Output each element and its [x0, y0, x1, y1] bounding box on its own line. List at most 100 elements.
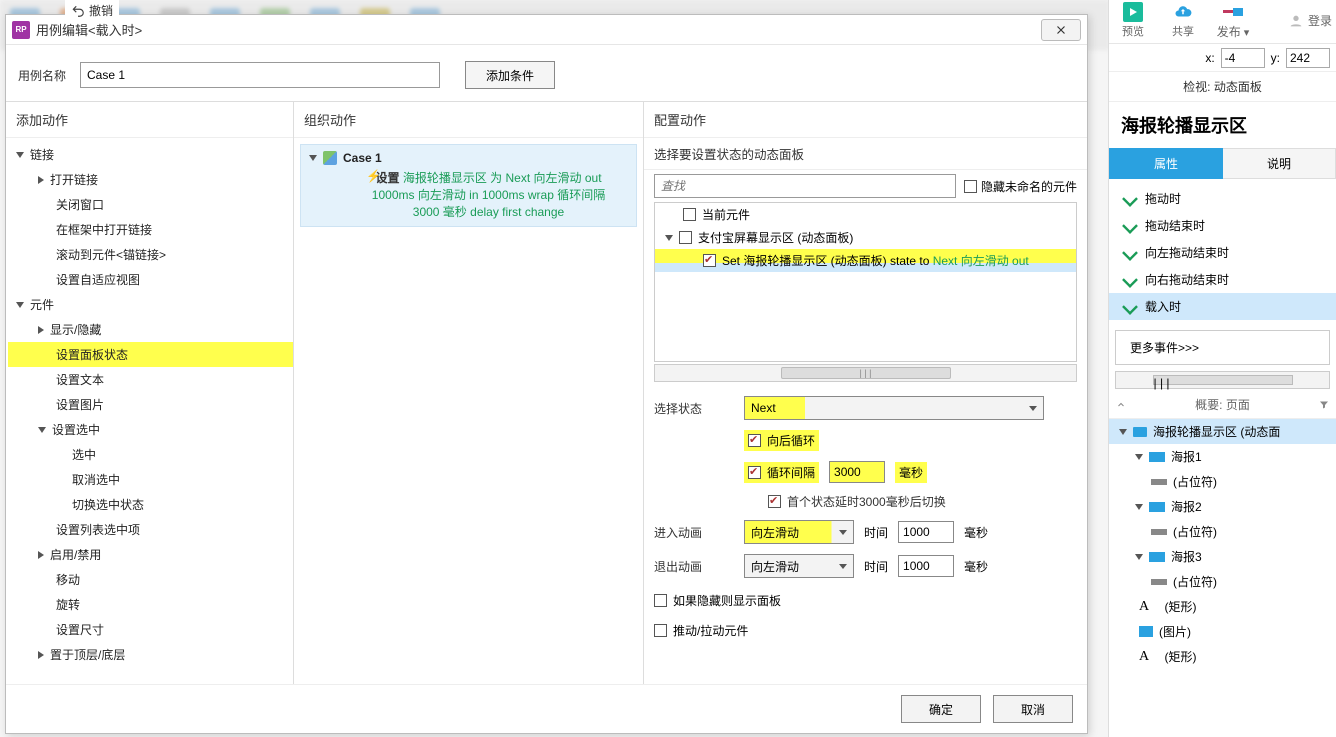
case-name-input[interactable]: [80, 62, 440, 88]
tree-item-set-text[interactable]: 设置文本: [8, 367, 293, 392]
tree-group-widget[interactable]: 元件: [8, 292, 293, 317]
configure-action-column: 配置动作 选择要设置状态的动态面板 隐藏未命名的元件 当前元件 支付宝屏幕显示区: [644, 102, 1087, 684]
case-flag-icon: [323, 151, 337, 165]
tree-item-set-size[interactable]: 设置尺寸: [8, 617, 293, 642]
chevron-down-icon: [839, 530, 847, 535]
show-if-hidden-checkbox[interactable]: 如果隐藏则显示面板: [654, 592, 781, 609]
animate-in-time-input[interactable]: [898, 521, 954, 543]
outline-placeholder1[interactable]: (占位符): [1109, 469, 1336, 494]
select-panel-label: 选择要设置状态的动态面板: [644, 138, 1087, 170]
organize-header: 组织动作: [294, 102, 643, 138]
dialog-titlebar: RP 用例编辑<载入时>: [6, 15, 1087, 45]
bolt-icon: [1122, 191, 1138, 207]
close-button[interactable]: [1041, 19, 1081, 41]
share-button[interactable]: 共享: [1163, 2, 1203, 39]
widget-title: 海报轮播显示区: [1109, 102, 1336, 148]
undo-toolbar-item[interactable]: 撤销: [65, 0, 119, 21]
animate-out-time-input[interactable]: [898, 555, 954, 577]
animate-in-label: 进入动画: [654, 524, 744, 541]
tree-item-toggle-selected[interactable]: 切换选中状态: [8, 492, 293, 517]
tree-item-show-hide[interactable]: 显示/隐藏: [8, 317, 293, 342]
hide-unnamed-checkbox[interactable]: 隐藏未命名的元件: [964, 178, 1077, 195]
case-block[interactable]: Case 1 ⚡ 设置 海报轮播显示区 为 Next 向左滑动 out 1000…: [300, 144, 637, 227]
panel-item-current[interactable]: 当前元件: [655, 203, 1076, 226]
tree-item-set-list-selected[interactable]: 设置列表选中项: [8, 517, 293, 542]
tree-item-set-image[interactable]: 设置图片: [8, 392, 293, 417]
animate-out-dropdown[interactable]: 向左滑动: [744, 554, 854, 578]
dynamic-panel-icon: [1133, 427, 1147, 437]
collapse-icon[interactable]: [1115, 399, 1127, 411]
action-line[interactable]: ⚡ 设置 海报轮播显示区 为 Next 向左滑动 out 1000ms 向左滑动…: [301, 167, 636, 222]
outline-rect1[interactable]: A (矩形): [1109, 594, 1336, 619]
x-input[interactable]: [1221, 48, 1265, 68]
tree-item-open-in-iframe[interactable]: 在框架中打开链接: [8, 217, 293, 242]
event-on-swipe-left-end[interactable]: 向左拖动结束时: [1109, 239, 1336, 266]
image-icon: [1139, 626, 1153, 637]
more-events-button[interactable]: 更多事件>>>: [1115, 330, 1330, 365]
delay-first-checkbox[interactable]: 首个状态延时3000毫秒后切换: [768, 493, 946, 510]
x-label: x:: [1205, 51, 1214, 65]
tree-group-link[interactable]: 链接: [8, 142, 293, 167]
tab-properties[interactable]: 属性: [1109, 148, 1223, 179]
tree-item-rotate[interactable]: 旋转: [8, 592, 293, 617]
wrap-checkbox[interactable]: 向后循环: [744, 430, 819, 451]
case-label: Case 1: [343, 151, 382, 165]
events-hscroll[interactable]: | | |: [1115, 371, 1330, 389]
tree-item-enable-disable[interactable]: 启用/禁用: [8, 542, 293, 567]
search-input[interactable]: [654, 174, 956, 198]
outline-placeholder2[interactable]: (占位符): [1109, 519, 1336, 544]
tree-item-open-link[interactable]: 打开链接: [8, 167, 293, 192]
login-button[interactable]: 登录: [1288, 2, 1332, 29]
animate-in-dropdown[interactable]: 向左滑动: [744, 520, 854, 544]
add-condition-button[interactable]: 添加条件: [465, 61, 555, 89]
tree-item-set-panel-state[interactable]: 设置面板状态: [8, 342, 293, 367]
panel-list-hscroll[interactable]: | | |: [654, 364, 1077, 382]
tree-item-set-selected[interactable]: 设置选中: [8, 417, 293, 442]
tree-item-unselected[interactable]: 取消选中: [8, 467, 293, 492]
tab-notes[interactable]: 说明: [1223, 148, 1336, 179]
tree-item-selected[interactable]: 选中: [8, 442, 293, 467]
select-state-dropdown[interactable]: Next: [744, 396, 1044, 420]
event-on-drag[interactable]: 拖动时: [1109, 185, 1336, 212]
case-name-label: 用例名称: [18, 67, 66, 84]
y-input[interactable]: [1286, 48, 1330, 68]
outline-poster3[interactable]: 海报3: [1109, 544, 1336, 569]
tree-item-bring-front-back[interactable]: 置于顶层/底层: [8, 642, 293, 667]
outline-image[interactable]: (图片): [1109, 619, 1336, 644]
close-icon: [1054, 23, 1068, 37]
undo-label: 撤销: [89, 2, 113, 19]
outline-poster2[interactable]: 海报2: [1109, 494, 1336, 519]
outline-root[interactable]: 海报轮播显示区 (动态面: [1109, 419, 1336, 444]
inspector-label: 检视: 动态面板: [1109, 72, 1336, 102]
chevron-down-icon: [839, 564, 847, 569]
organize-actions-column: 组织动作 Case 1 ⚡ 设置 海报轮播显示区 为 Next 向左滑动 out…: [294, 102, 644, 684]
publish-button[interactable]: 发布 ▾: [1213, 2, 1253, 40]
event-on-drag-end[interactable]: 拖动结束时: [1109, 212, 1336, 239]
event-on-swipe-right-end[interactable]: 向右拖动结束时: [1109, 266, 1336, 293]
panel-item-alipay[interactable]: 支付宝屏幕显示区 (动态面板): [655, 226, 1076, 249]
outline-rect2[interactable]: A (矩形): [1109, 644, 1336, 669]
filter-icon[interactable]: [1318, 399, 1330, 411]
panel-item-poster-rotation[interactable]: Set 海报轮播显示区 (动态面板) state to Next 向左滑动 ou…: [655, 249, 1076, 272]
loop-interval-checkbox[interactable]: 循环间隔: [744, 462, 819, 483]
configure-header: 配置动作: [644, 102, 1087, 138]
case-editor-dialog: RP 用例编辑<载入时> 用例名称 添加条件 添加动作 链接 打开链接 关闭窗口…: [5, 14, 1088, 734]
undo-icon: [71, 4, 85, 18]
outline-placeholder3[interactable]: (占位符): [1109, 569, 1336, 594]
tree-item-move[interactable]: 移动: [8, 567, 293, 592]
tree-item-close-window[interactable]: 关闭窗口: [8, 192, 293, 217]
tree-item-set-adaptive-view[interactable]: 设置自适应视图: [8, 267, 293, 292]
cancel-button[interactable]: 取消: [993, 695, 1073, 723]
animate-out-label: 退出动画: [654, 558, 744, 575]
push-pull-checkbox[interactable]: 推动/拉动元件: [654, 622, 748, 639]
preview-button[interactable]: 预览: [1113, 2, 1153, 39]
tree-item-scroll-to-widget[interactable]: 滚动到元件<锚链接>: [8, 242, 293, 267]
loop-interval-input[interactable]: [829, 461, 885, 483]
app-icon: RP: [12, 21, 30, 39]
add-actions-column: 添加动作 链接 打开链接 关闭窗口 在框架中打开链接 滚动到元件<锚链接> 设置…: [6, 102, 294, 684]
event-on-load[interactable]: 载入时: [1109, 293, 1336, 320]
dynamic-panel-list[interactable]: 当前元件 支付宝屏幕显示区 (动态面板) Set 海报轮播显示区 (动态面板) …: [654, 202, 1077, 362]
outline-poster1[interactable]: 海报1: [1109, 444, 1336, 469]
select-state-label: 选择状态: [654, 400, 744, 417]
ok-button[interactable]: 确定: [901, 695, 981, 723]
